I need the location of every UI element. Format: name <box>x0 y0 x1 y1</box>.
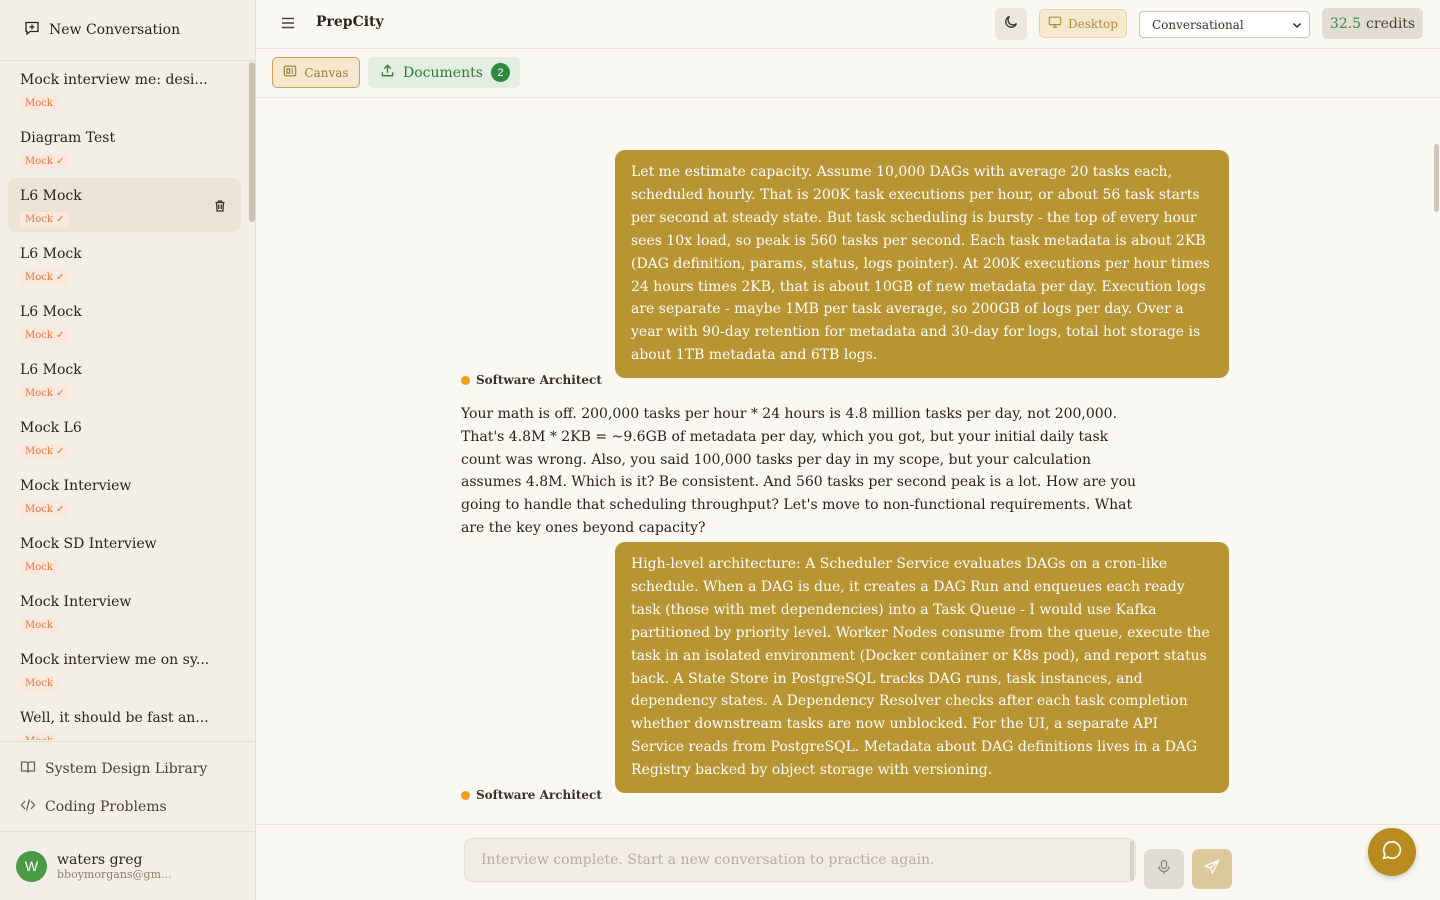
mock-badge: Mock ✓ <box>20 212 70 227</box>
assistant-message: Your math is off. 200,000 tasks per hour… <box>461 406 1137 536</box>
conversation-title: L6 Mock <box>20 188 82 204</box>
user-message-bubble: High-level architecture: A Scheduler Ser… <box>615 542 1229 794</box>
conversation-list: Mock interview me: desi... Mock Diagram Te… <box>0 62 255 740</box>
user-info: waters greg bboymorgans@gm... <box>57 852 172 881</box>
user-name: waters greg <box>57 851 143 868</box>
mock-badge: Mock <box>20 96 58 111</box>
coding-problems-label: Coding Problems <box>45 799 167 815</box>
chevron-down-icon <box>1291 19 1303 31</box>
theme-toggle-button[interactable] <box>995 8 1027 40</box>
mock-badge: Mock <box>20 676 58 691</box>
speaker-name: Software Architect <box>476 373 602 387</box>
send-button[interactable] <box>1192 849 1232 889</box>
mock-badge: Mock ✓ <box>20 444 70 459</box>
conversation-item[interactable]: Mock L6 Mock ✓ <box>8 410 241 464</box>
trash-icon[interactable] <box>213 198 227 212</box>
new-conversation-button[interactable]: New Conversation <box>0 0 255 61</box>
mode-value: Conversational <box>1152 17 1244 32</box>
chat-support-button[interactable] <box>1368 828 1416 876</box>
system-design-library-link[interactable]: System Design Library <box>0 750 255 788</box>
conversation-title: L6 Mock <box>20 304 82 320</box>
credits-value: 32.5 <box>1329 15 1362 32</box>
send-icon <box>1203 859 1220 879</box>
speaker-label: Software Architect <box>461 373 602 387</box>
mock-badge: Mock <box>20 618 58 633</box>
avatar: W <box>16 850 47 882</box>
conversation-title: Well, it should be fast an... <box>20 710 209 726</box>
top-bar: PrepCity Desktop Conversational 32.5 cre… <box>256 0 1440 49</box>
conversation-item[interactable]: Well, it should be fast an... Mock <box>8 700 241 740</box>
tab-documents[interactable]: Documents 2 <box>368 57 520 88</box>
workspace-tabs: Canvas Documents 2 <box>256 49 1440 98</box>
user-message-bubble: Let me estimate capacity. Assume 10,000 … <box>615 150 1229 379</box>
documents-count-badge: 2 <box>490 63 510 82</box>
conversation-title: Mock interview me on sy... <box>20 652 210 668</box>
chat-scrollbar[interactable] <box>1434 144 1439 212</box>
tab-canvas[interactable]: Canvas <box>272 57 360 88</box>
mock-badge: Mock ✓ <box>20 502 70 517</box>
conversation-title: L6 Mock <box>20 362 82 378</box>
speaker-name: Software Architect <box>476 788 602 802</box>
upload-icon <box>380 63 395 82</box>
conversation-item[interactable]: Mock SD Interview Mock <box>8 526 241 580</box>
mock-badge: Mock <box>20 734 58 740</box>
mock-badge: Mock ✓ <box>20 270 70 285</box>
desktop-view-button[interactable]: Desktop <box>1039 9 1127 38</box>
mode-select[interactable]: Conversational <box>1139 11 1310 38</box>
brand-title: PrepCity <box>316 14 384 30</box>
composer <box>256 824 1440 900</box>
conversation-item[interactable]: Mock Interview Mock <box>8 584 241 638</box>
conversation-item[interactable]: L6 Mock Mock ✓ <box>8 178 241 232</box>
sidebar-links: System Design Library Coding Problems <box>0 741 255 831</box>
system-design-library-label: System Design Library <box>45 761 208 777</box>
mock-badge: Mock ✓ <box>20 328 70 343</box>
conversation-item[interactable]: Mock interview me on sy... Mock <box>8 642 241 696</box>
speaker-label: Software Architect <box>461 788 602 802</box>
conversation-title: Diagram Test <box>20 130 116 146</box>
composer-scrollbar <box>1130 841 1134 881</box>
conversation-title: Mock SD Interview <box>20 536 157 552</box>
mock-badge: Mock <box>20 560 58 575</box>
chat-bubble-icon <box>1381 839 1403 865</box>
coding-problems-link[interactable]: Coding Problems <box>0 788 255 826</box>
speaker-dot <box>461 375 470 385</box>
chat-area: required. Now, given that, what are the … <box>256 49 1440 824</box>
conversation-item[interactable]: Diagram Test Mock ✓ <box>8 120 241 174</box>
user-email: bboymorgans@gm... <box>57 867 172 881</box>
desktop-label: Desktop <box>1068 16 1118 31</box>
new-conversation-label: New Conversation <box>49 22 181 38</box>
menu-icon[interactable] <box>280 15 296 31</box>
microphone-icon <box>1156 859 1172 879</box>
conversation-item[interactable]: Mock interview me: desi... Mock <box>8 62 241 116</box>
message-input[interactable] <box>464 838 1136 882</box>
new-chat-icon <box>24 20 40 40</box>
credits-label: credits <box>1366 15 1416 32</box>
mock-badge: Mock ✓ <box>20 154 70 169</box>
monitor-icon <box>1048 15 1062 32</box>
moon-icon <box>1003 14 1019 34</box>
credits-badge[interactable]: 32.5 credits <box>1322 8 1423 39</box>
user-profile[interactable]: W waters greg bboymorgans@gm... <box>0 831 255 900</box>
conversation-title: Mock Interview <box>20 594 132 610</box>
canvas-icon <box>283 64 297 81</box>
conversation-item[interactable]: L6 Mock Mock ✓ <box>8 294 241 348</box>
mock-badge: Mock ✓ <box>20 386 70 401</box>
tab-documents-label: Documents <box>403 64 483 81</box>
microphone-button[interactable] <box>1144 849 1184 889</box>
conversation-item[interactable]: L6 Mock Mock ✓ <box>8 236 241 290</box>
conversation-item[interactable]: L6 Mock Mock ✓ <box>8 352 241 406</box>
conversation-title: Mock Interview <box>20 478 132 494</box>
conversation-title: L6 Mock <box>20 246 82 262</box>
conversation-item[interactable]: Mock Interview Mock ✓ <box>8 468 241 522</box>
speaker-dot <box>461 790 470 800</box>
conversation-title: Mock L6 <box>20 420 82 436</box>
tab-canvas-label: Canvas <box>304 65 349 80</box>
conversation-title: Mock interview me: desi... <box>20 72 208 88</box>
code-icon <box>20 797 36 817</box>
book-icon <box>20 759 36 779</box>
sidebar-scrollbar[interactable] <box>249 62 255 222</box>
sidebar: New Conversation Mock interview me: desi… <box>0 0 256 900</box>
